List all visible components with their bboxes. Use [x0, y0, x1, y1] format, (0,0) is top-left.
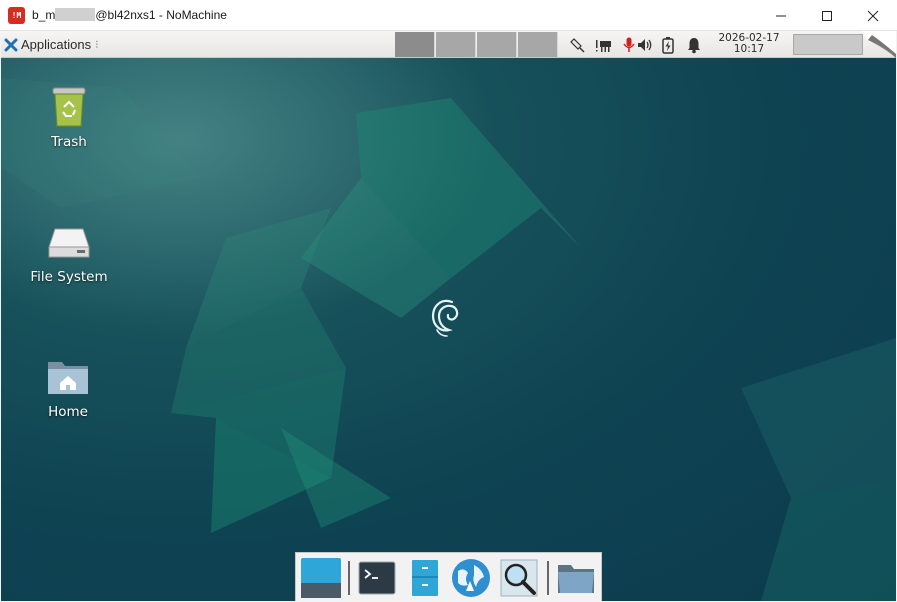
- minimize-icon: [776, 15, 786, 16]
- app-finder-button[interactable]: [498, 557, 540, 599]
- terminal-icon: [358, 561, 396, 595]
- folder-button[interactable]: [555, 557, 597, 599]
- battery-icon[interactable]: [659, 36, 677, 54]
- terminal-button[interactable]: [356, 557, 398, 599]
- notification-bell-icon[interactable]: [685, 36, 703, 54]
- file-manager-button[interactable]: [404, 557, 446, 599]
- workspace-1[interactable]: [395, 32, 435, 57]
- applications-label: Applications: [21, 37, 92, 52]
- applications-handle: ⁝: [95, 39, 99, 51]
- drive-icon: [48, 228, 90, 258]
- home-folder-icon: [48, 362, 88, 394]
- app-finder-icon: [500, 559, 538, 597]
- top-panel: Applications ⁝ 2026-02-17 10:17: [1, 31, 896, 58]
- panel-clock[interactable]: 2026-02-17 10:17: [709, 33, 789, 55]
- web-browser-icon: [452, 559, 490, 597]
- dock-separator: [547, 561, 549, 595]
- web-browser-button[interactable]: [450, 557, 492, 599]
- desktop-icon-file-system[interactable]: File System: [19, 217, 119, 285]
- user-menu-button[interactable]: [793, 34, 863, 55]
- desktop-icon-label: Home: [48, 404, 88, 420]
- desktop-icon-label: File System: [30, 269, 108, 285]
- devices-icon[interactable]: [595, 36, 613, 54]
- maximize-icon: [822, 10, 832, 21]
- debian-swirl-icon: [431, 299, 459, 337]
- nomachine-logo-icon: !M: [8, 7, 25, 24]
- workspace-2[interactable]: [436, 32, 476, 57]
- minimize-button[interactable]: [758, 0, 804, 31]
- desktop-icon-home[interactable]: Home: [18, 352, 118, 420]
- bottom-dock: [295, 552, 602, 601]
- xfce-logo-icon: [4, 38, 18, 51]
- desktop[interactable]: Trash File System Home: [1, 58, 896, 601]
- volume-icon[interactable]: [636, 36, 654, 54]
- folder-icon: [558, 565, 594, 593]
- redacted-username: [55, 8, 96, 21]
- show-desktop-icon: [301, 558, 341, 598]
- maximize-button[interactable]: [804, 0, 850, 31]
- trash-icon: [52, 87, 86, 127]
- window-title: b_m @bl42nxs1 - NoMachine: [32, 8, 227, 22]
- desktop-icon-trash[interactable]: Trash: [19, 82, 119, 150]
- close-icon: [867, 10, 879, 21]
- workspace-4[interactable]: [518, 32, 558, 57]
- clock-time: 10:17: [733, 43, 765, 55]
- session-corner-peel[interactable]: [862, 31, 896, 58]
- workspace-3[interactable]: [477, 32, 517, 57]
- desktop-icon-label: Trash: [51, 134, 87, 150]
- window-titlebar: !M b_m @bl42nxs1 - NoMachine: [0, 0, 897, 31]
- file-manager-icon: [412, 560, 438, 596]
- applications-menu-button[interactable]: Applications ⁝: [4, 34, 99, 55]
- show-desktop-button[interactable]: [300, 557, 342, 599]
- network-icon[interactable]: [568, 36, 586, 54]
- dock-separator: [348, 561, 350, 595]
- close-button[interactable]: [850, 0, 896, 31]
